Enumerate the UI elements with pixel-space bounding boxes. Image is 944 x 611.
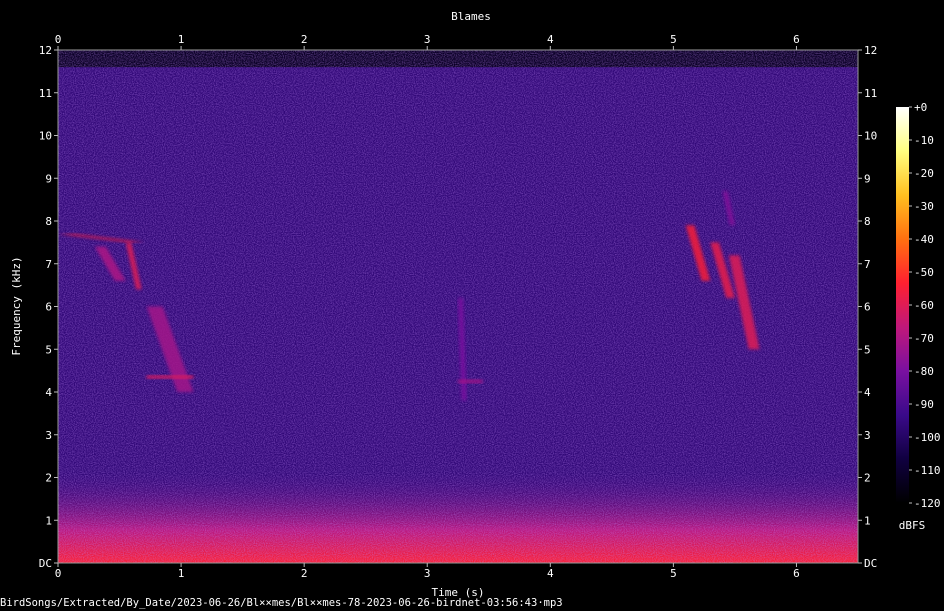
spectrogram-figure: Blames 0123456 0123456 DC123456789101112… xyxy=(10,10,941,599)
noise-texture xyxy=(58,50,858,563)
x-tick-label-bottom: 4 xyxy=(547,567,554,580)
y-tick-label-left: 10 xyxy=(39,130,52,143)
colorbar: +0 -10 -20 -30 -40 -50 -60 -70 -80 -90 -100 -110 -12… xyxy=(896,101,941,532)
x-tick-label-bottom: 6 xyxy=(793,567,800,580)
x-axis-top: 0 1 2 3 4 5 6 xyxy=(55,33,800,50)
colorbar-tick-label: -70 xyxy=(914,332,934,345)
y-tick-label-left: 12 xyxy=(39,44,52,57)
y-tick-label-right: 6 xyxy=(864,301,871,314)
colorbar-gradient xyxy=(896,107,909,503)
y-tick-label-right: 10 xyxy=(864,130,877,143)
x-tick-label-bottom: 2 xyxy=(301,567,308,580)
y-tick-label-right: 4 xyxy=(864,386,871,399)
y-tick-label-right: 3 xyxy=(864,429,871,442)
colorbar-unit-label: dBFS xyxy=(899,519,926,532)
colorbar-tick-label: -110 xyxy=(914,464,941,477)
y-tick-label-right: 11 xyxy=(864,87,877,100)
x-tick-label-bottom: 3 xyxy=(424,567,431,580)
y-tick-label-left: 11 xyxy=(39,87,52,100)
y-tick-label-right: 7 xyxy=(864,258,871,271)
y-tick-label-right: 8 xyxy=(864,215,871,228)
sound-event xyxy=(146,375,194,380)
y-tick-label-left: 3 xyxy=(45,429,52,442)
sound-event xyxy=(458,379,483,384)
x-tick-label-top: 6 xyxy=(793,33,800,46)
colorbar-tick-label: -100 xyxy=(914,431,941,444)
colorbar-tick-label: +0 xyxy=(914,101,927,114)
colorbar-tick-label: -60 xyxy=(914,299,934,312)
y-axis-right: DC123456789101112 xyxy=(858,44,877,570)
x-tick-label-top: 0 xyxy=(55,33,62,46)
colorbar-tick-label: -90 xyxy=(914,398,934,411)
chart-title: Blames xyxy=(451,10,491,23)
colorbar-tick-label: -10 xyxy=(914,134,934,147)
colorbar-tick-label: -50 xyxy=(914,266,934,279)
y-axis-label: Frequency (kHz) xyxy=(10,256,23,355)
y-tick-label-left: 4 xyxy=(45,386,52,399)
y-tick-label-left: 8 xyxy=(45,215,52,228)
x-tick-label-bottom: 0 xyxy=(55,567,62,580)
y-tick-label-left: 2 xyxy=(45,472,52,485)
y-tick-label-left: 7 xyxy=(45,258,52,271)
y-tick-label-right: 1 xyxy=(864,514,871,527)
y-tick-label-left: 9 xyxy=(45,172,52,185)
y-tick-label-left: 6 xyxy=(45,301,52,314)
y-tick-label-left: 5 xyxy=(45,343,52,356)
colorbar-tick-label: -120 xyxy=(914,497,941,510)
x-axis-bottom: 0 1 2 3 4 5 6 xyxy=(55,563,800,580)
spectrogram-plot xyxy=(58,50,858,563)
x-tick-label-top: 4 xyxy=(547,33,554,46)
x-tick-label-bottom: 5 xyxy=(670,567,677,580)
colorbar-tick-label: -80 xyxy=(914,365,934,378)
x-tick-label-top: 2 xyxy=(301,33,308,46)
y-tick-label-right: 5 xyxy=(864,343,871,356)
x-tick-label-top: 5 xyxy=(670,33,677,46)
y-tick-label-right: 12 xyxy=(864,44,877,57)
x-tick-label-top: 1 xyxy=(178,33,185,46)
y-tick-label-right: DC xyxy=(864,557,877,570)
colorbar-tick-label: -30 xyxy=(914,200,934,213)
colorbar-tick-label: -20 xyxy=(914,167,934,180)
x-tick-label-top: 3 xyxy=(424,33,431,46)
y-tick-label-left: DC xyxy=(39,557,52,570)
y-tick-label-right: 9 xyxy=(864,172,871,185)
source-file-path: BirdSongs/Extracted/By_Date/2023-06-26/B… xyxy=(0,597,563,609)
y-tick-label-left: 1 xyxy=(45,514,52,527)
x-tick-label-bottom: 1 xyxy=(178,567,185,580)
y-axis-left: DC123456789101112 xyxy=(39,44,58,570)
y-tick-label-right: 2 xyxy=(864,472,871,485)
colorbar-tick-label: -40 xyxy=(914,233,934,246)
